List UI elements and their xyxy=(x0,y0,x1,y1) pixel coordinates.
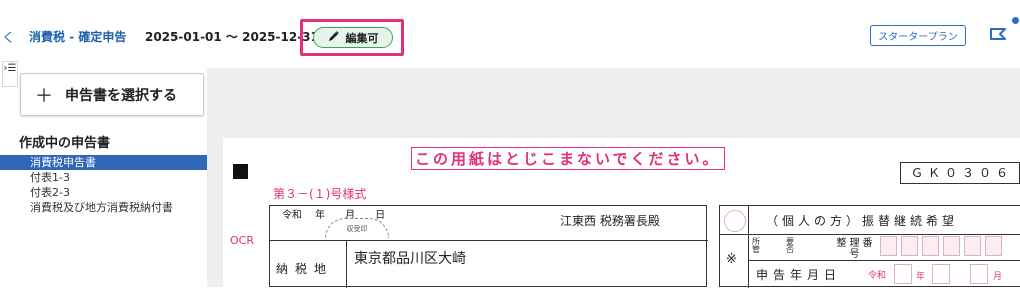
divider xyxy=(748,206,749,288)
transfer-label: （個人の方）振替継続希望 xyxy=(766,214,959,228)
ocr-label: OCR xyxy=(230,234,254,247)
form-list: 消費税申告書 付表1-3 付表2-3 消費税及び地方消費税納付書 xyxy=(0,155,207,215)
seiri-cell xyxy=(964,236,981,256)
sidebar: ›☰ ＋ 申告書を選択する 作成中の申告書 消費税申告書 付表1-3 付表2-3… xyxy=(0,61,207,287)
taxpayer-box: 令和 年 月 日 収受印 江東西 税務署長殿 納税地 東京都品川区大崎 xyxy=(269,205,708,288)
collapse-icon[interactable]: く xyxy=(2,27,15,46)
plan-button[interactable]: スタータープラン xyxy=(870,25,966,46)
receipt-stamp: 収受印 xyxy=(325,218,389,238)
select-form-button[interactable]: ＋ 申告書を選択する xyxy=(20,73,204,116)
transfer-checkbox[interactable] xyxy=(724,210,746,232)
corner-mark xyxy=(233,164,248,179)
kanri-label: 所管 xyxy=(752,237,760,254)
form-item-consumption-tax[interactable]: 消費税申告書 xyxy=(0,155,207,170)
tax-office[interactable]: 江東西 税務署長殿 xyxy=(560,212,660,229)
filing-date-label: 申告年月日 xyxy=(756,268,842,282)
notification-icon[interactable] xyxy=(988,23,1010,45)
seiri-cell xyxy=(922,236,939,256)
tax-form-page: この用紙はとじこまないでください。 第３－(１)号様式 ＧＫ０３０６ OCR 令… xyxy=(223,138,1020,288)
form-item-payment-slip[interactable]: 消費税及び地方消費税納付書 xyxy=(0,200,207,215)
form-number: 第３－(１)号様式 xyxy=(273,187,367,201)
seiri-cell xyxy=(901,236,918,256)
divider xyxy=(346,240,347,288)
pencil-icon xyxy=(328,30,340,45)
divider xyxy=(748,260,1020,261)
form-code: ＧＫ０３０６ xyxy=(900,162,1020,184)
seiri-cell xyxy=(880,236,897,256)
form-warning: この用紙はとじこまないでください。 xyxy=(411,147,725,170)
edit-badge-label: 編集可 xyxy=(345,31,379,45)
notification-dot xyxy=(1012,17,1019,24)
address-field[interactable]: 東京都品川区大崎 xyxy=(354,248,466,268)
seiri-cell xyxy=(985,236,1002,256)
office-use-mark: ※ xyxy=(726,252,737,267)
month-label: 月 xyxy=(993,272,1003,282)
seiri-label: 整理番号 xyxy=(836,238,876,260)
menu-icon[interactable]: ›☰ xyxy=(2,61,18,87)
seiri-cell xyxy=(943,236,960,256)
address-label: 納税地 xyxy=(276,262,334,276)
divider xyxy=(270,240,708,241)
year-label: 年 xyxy=(916,272,926,282)
form-item-appendix-1-3[interactable]: 付表1-3 xyxy=(0,170,207,185)
plus-icon: ＋ xyxy=(35,85,53,107)
section-title: 作成中の申告書 xyxy=(19,136,111,151)
period-label: 2025-01-01 〜 2025-12-31 xyxy=(145,30,319,44)
office-use-box: （個人の方）振替継続希望 ※ 所管 要否 整理番号 申告年月日 令和 年 月 xyxy=(719,205,1020,288)
year-cell xyxy=(894,264,912,284)
form-item-appendix-2-3[interactable]: 付表2-3 xyxy=(0,185,207,200)
breadcrumb[interactable]: 消費税 - 確定申告 xyxy=(29,28,126,45)
edit-badge[interactable]: 編集可 xyxy=(313,27,393,48)
document-area: この用紙はとじこまないでください。 第３－(１)号様式 ＧＫ０３０６ OCR 令… xyxy=(207,68,1020,288)
yoshi-label: 要否 xyxy=(786,237,794,254)
top-bar: く 消費税 - 確定申告 2025-01-01 〜 2025-12-31 編集可… xyxy=(0,0,1020,68)
edit-highlight: 編集可 xyxy=(300,19,404,56)
seiri-cells xyxy=(880,236,1002,256)
select-form-label: 申告書を選択する xyxy=(65,87,177,104)
month-cell xyxy=(970,264,988,284)
divider xyxy=(720,234,1020,235)
era-label: 令和 xyxy=(868,271,887,281)
year-cell xyxy=(932,264,950,284)
